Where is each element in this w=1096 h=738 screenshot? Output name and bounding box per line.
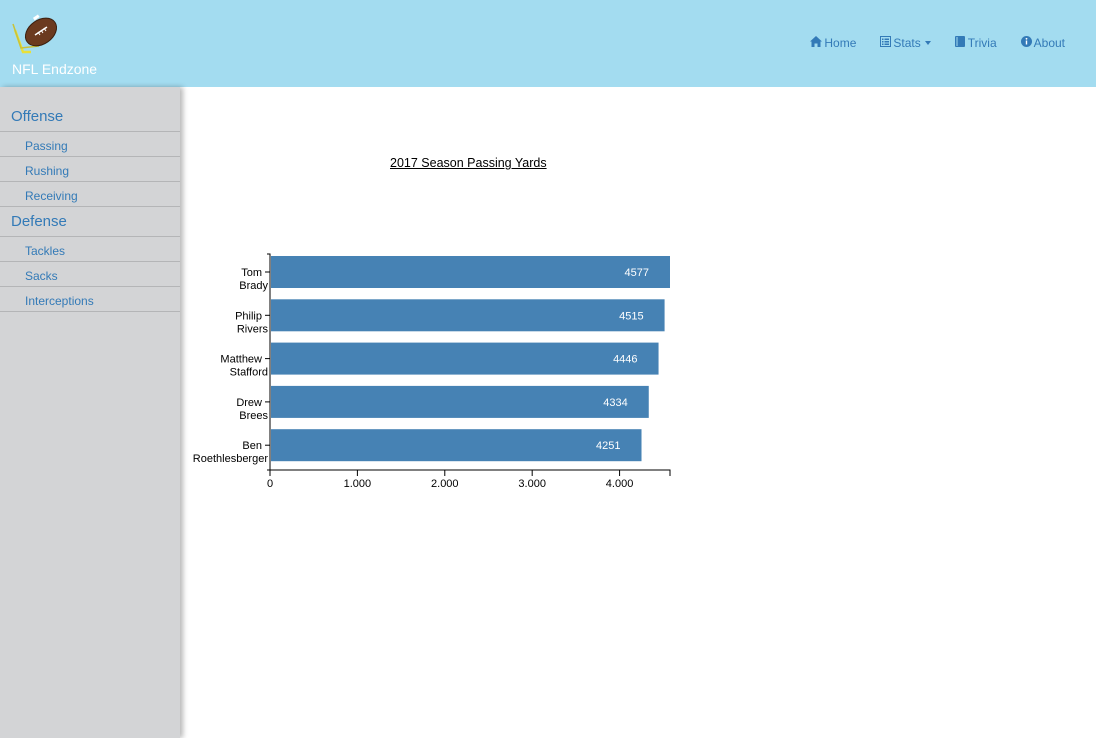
y-tick-label-line: Stafford — [230, 367, 268, 379]
nav-home[interactable]: Home — [810, 36, 856, 50]
x-axis-line — [269, 469, 671, 476]
sidebar-item-interceptions[interactable]: Interceptions — [0, 287, 180, 312]
nav-trivia-label: Trivia — [967, 36, 997, 50]
y-tick-label: Drew Brees — [236, 397, 268, 422]
x-tick-label: 3.000 — [518, 478, 546, 490]
nav-home-label: Home — [824, 36, 857, 50]
y-tick-label-line: Tom — [241, 267, 262, 279]
nav-about[interactable]: About — [1020, 36, 1065, 50]
x-tick-label: 2.000 — [431, 478, 459, 490]
x-tick-label: 0 — [267, 478, 273, 490]
y-tick-label-line: Matthew — [220, 354, 262, 366]
x-tick-label: 1.000 — [344, 478, 372, 490]
sidebar-heading-offense[interactable]: Offense — [0, 87, 180, 132]
home-icon — [810, 36, 823, 50]
sidebar-heading-defense[interactable]: Defense — [0, 207, 180, 237]
bar-value-label: 4577 — [625, 267, 649, 279]
info-icon — [1020, 36, 1032, 50]
y-tick-label-line: Drew — [236, 397, 262, 409]
y-tick-label: Matthew Stafford — [220, 354, 268, 379]
bar — [271, 429, 642, 462]
y-tick-label: Ben Roethlesberger — [193, 440, 269, 465]
sidebar: Offense Passing Rushing Receiving Defens… — [0, 87, 180, 738]
y-tick-label-line: Ben — [242, 440, 262, 452]
y-tick-label-line: Brady — [239, 280, 268, 292]
sidebar-item-sacks[interactable]: Sacks — [0, 262, 180, 287]
main-nav: Home Stats Trivia About — [810, 36, 1065, 50]
y-tick-label-line: Philip — [235, 310, 262, 322]
sidebar-item-passing[interactable]: Passing — [0, 132, 180, 157]
bar-value-label: 4446 — [613, 354, 637, 366]
x-tick-label: 4.000 — [606, 478, 634, 490]
nav-trivia[interactable]: Trivia — [954, 36, 997, 50]
bar-value-label: 4334 — [603, 397, 627, 409]
y-tick-label: Tom Brady — [239, 267, 268, 292]
bar-value-label: 4515 — [619, 310, 643, 322]
brand-title: NFL Endzone — [12, 61, 98, 77]
book-icon — [954, 36, 966, 50]
bar — [271, 299, 665, 332]
bar — [271, 385, 649, 418]
sidebar-item-rushing[interactable]: Rushing — [0, 157, 180, 182]
sidebar-item-tackles[interactable]: Tackles — [0, 237, 180, 262]
bar-value-label: 4251 — [596, 440, 620, 452]
passing-yards-chart: 2017 Season Passing Yards 4577 Tom Brady 45… — [186, 150, 686, 500]
y-tick-label-line: Brees — [239, 410, 268, 422]
bar-chart-svg: 4577 Tom Brady 4515 Philip Rivers 4446 Matthew S… — [193, 253, 671, 490]
sidebar-item-receiving[interactable]: Receiving — [0, 182, 180, 207]
y-tick-label-line: Rivers — [237, 323, 269, 335]
bar — [271, 256, 670, 288]
nav-about-label: About — [1033, 36, 1065, 50]
football-logo-icon — [12, 14, 58, 54]
nav-stats-dropdown[interactable]: Stats — [880, 36, 931, 50]
list-icon — [880, 36, 892, 50]
y-tick-label: Philip Rivers — [235, 310, 268, 335]
chevron-down-icon — [924, 41, 931, 45]
brand[interactable]: NFL Endzone — [10, 10, 110, 80]
nav-stats-label: Stats — [893, 36, 921, 50]
top-navbar: NFL Endzone Home Stats Trivia About — [0, 0, 1096, 87]
y-tick-label-line: Roethlesberger — [193, 453, 269, 465]
bar — [271, 342, 659, 375]
